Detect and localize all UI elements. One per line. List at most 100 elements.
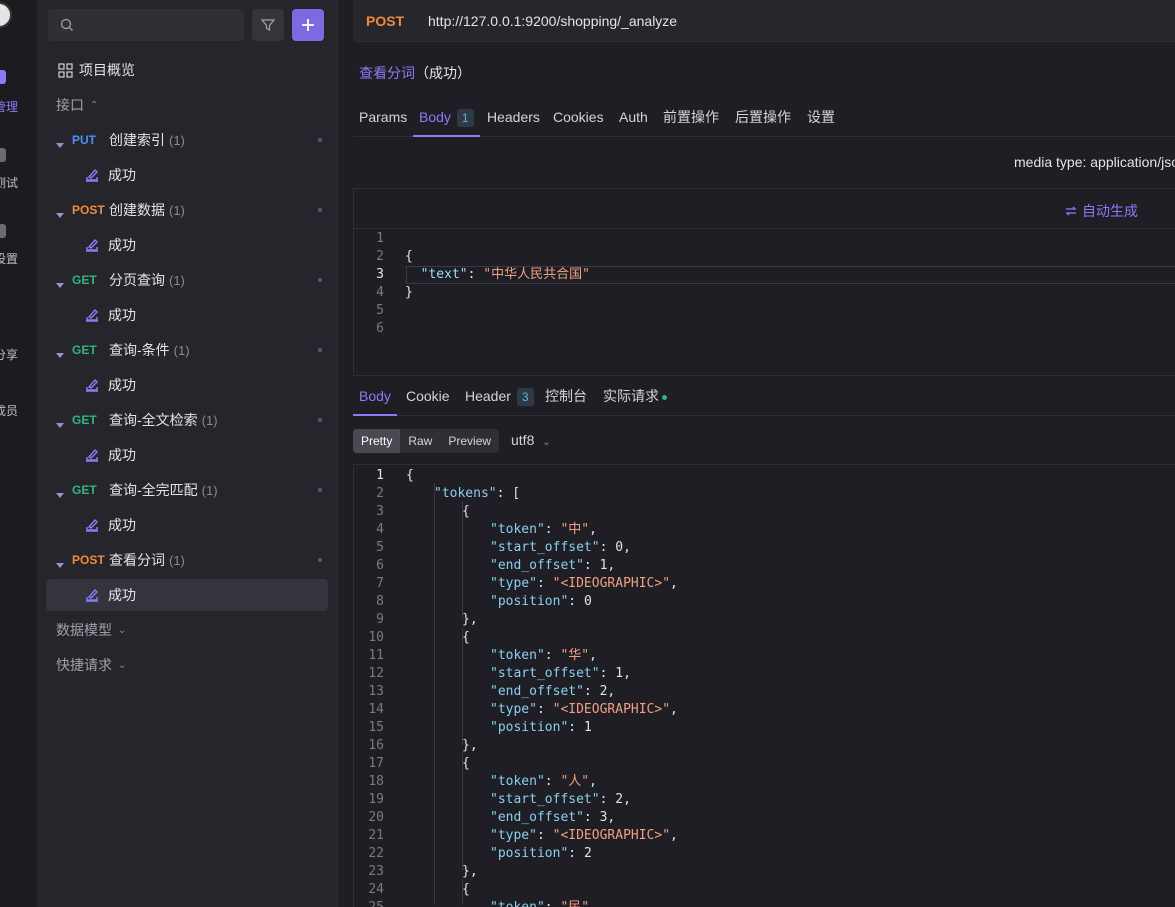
code-line: 1 [354, 230, 405, 248]
api-item[interactable]: GET 查询-条件 (1) [56, 337, 326, 363]
tab-response[interactable]: Cookie [400, 378, 456, 416]
code-line: 25 "token": "民", [354, 899, 597, 907]
api-case-count: (1) [169, 202, 185, 218]
api-item[interactable]: GET 查询-全完匹配 (1) [56, 477, 326, 503]
line-number: 1 [376, 231, 384, 246]
code-line: 17 { [354, 755, 469, 773]
tab-request[interactable]: 后置操作 [729, 98, 797, 137]
url-bar[interactable]: POST http://127.0.0.1:9200/shopping/_ana… [353, 0, 1175, 42]
add-button[interactable] [292, 9, 324, 41]
api-method: GET [72, 343, 97, 357]
tab-request[interactable]: Params [353, 98, 413, 137]
caret-down-icon[interactable] [56, 346, 64, 358]
json-num: 1 [583, 720, 592, 735]
case-item[interactable]: 成功 [46, 579, 328, 611]
json-pun: , [670, 702, 678, 717]
tab-response[interactable]: 实际请求 [597, 378, 673, 416]
view-mode-option[interactable]: Raw [400, 429, 440, 453]
line-number: 4 [376, 285, 384, 300]
api-item[interactable]: GET 查询-全文检索 (1) [56, 407, 326, 433]
api-case-count: (1) [201, 412, 218, 428]
code-line: 19 "start_offset": 2, [354, 791, 631, 809]
view-mode-option[interactable]: Preview [440, 429, 499, 453]
section-apis[interactable]: 接口 ⌃ [56, 95, 98, 115]
case-item[interactable]: 成功 [46, 439, 328, 471]
json-key: "start_offset" [490, 540, 600, 555]
line-number: 23 [368, 864, 384, 879]
encoding-select[interactable]: utf8 ⌄ [511, 432, 551, 448]
media-type[interactable]: media type: application/json [1014, 154, 1175, 170]
api-item[interactable]: PUT 创建索引 (1) [56, 127, 326, 153]
status-dot [318, 488, 322, 492]
code-line: 22 "position": 2 [354, 845, 591, 863]
code-line: 11 "token": "华", [354, 647, 597, 665]
case-item[interactable]: 成功 [46, 299, 328, 331]
tab-request[interactable]: Cookies [547, 98, 610, 137]
json-key: "token" [490, 900, 545, 907]
tab-request[interactable]: 前置操作 [657, 98, 725, 137]
code-line: 13 "end_offset": 2, [354, 683, 615, 701]
caret-down-icon[interactable] [56, 206, 64, 218]
code-content: { [462, 881, 470, 899]
case-item[interactable]: 成功 [46, 159, 328, 191]
json-key: "end_offset" [490, 684, 584, 699]
request-method[interactable]: POST [366, 13, 404, 29]
caret-down-icon[interactable] [56, 486, 64, 498]
json-key: "position" [490, 594, 569, 609]
url-input[interactable]: http://127.0.0.1:9200/shopping/_analyze [428, 13, 677, 29]
line-number: 12 [368, 666, 384, 681]
project-overview[interactable]: 项目概览 [58, 60, 135, 80]
code-line: 24 { [354, 881, 469, 899]
code-content: "type": "<IDEOGRAPHIC>", [490, 575, 678, 593]
api-item[interactable]: POST 查看分词 (1) [56, 547, 326, 573]
line-number: 6 [376, 321, 384, 336]
json-punct: { [405, 249, 413, 264]
json-key: "position" [490, 846, 569, 861]
json-str: "<IDEOGRAPHIC>" [552, 828, 671, 843]
avatar[interactable] [0, 2, 12, 28]
caret-down-icon[interactable] [56, 136, 64, 148]
api-name: 分页查询 [109, 272, 165, 288]
response-body-viewer[interactable]: 1{2 "tokens": [3{4 "token": "中", 5 "start_of… [353, 464, 1175, 907]
api-name: 创建索引 [109, 132, 165, 148]
code-line: 9}, [354, 611, 477, 629]
code-line: 3 "text": "中华人民共合国" [354, 266, 590, 284]
api-item[interactable]: POST 创建数据 (1) [56, 197, 326, 223]
code-content: "token": "人", [490, 773, 597, 791]
json-str: "<IDEOGRAPHIC>" [552, 576, 671, 591]
case-item[interactable]: 成功 [46, 509, 328, 541]
code-line: 7 "type": "<IDEOGRAPHIC>", [354, 575, 678, 593]
tab-response[interactable]: Header 3 [459, 378, 540, 416]
json-pun: : [536, 576, 553, 591]
auto-generate-button[interactable]: 自动生成 [1064, 201, 1138, 221]
json-pun: , [670, 576, 678, 591]
code-line: 2{ [354, 248, 413, 266]
section-models[interactable]: 数据模型 ⌄ [56, 620, 126, 640]
tab-response[interactable]: Body [353, 378, 397, 416]
line-number: 15 [368, 720, 384, 735]
caret-down-icon[interactable] [56, 276, 64, 288]
caret-down-icon[interactable] [56, 416, 64, 428]
tab-request[interactable]: Headers [481, 98, 546, 137]
json-pun: , [623, 792, 631, 807]
api-item[interactable]: GET 分页查询 (1) [56, 267, 326, 293]
tab-label: Body [359, 388, 391, 404]
tab-request[interactable]: Body 1 [413, 98, 480, 137]
case-item[interactable]: 成功 [46, 369, 328, 401]
section-quick[interactable]: 快捷请求 ⌄ [56, 655, 126, 675]
request-body-editor[interactable]: 自动生成 1 2{3 "text": "中华人民共合国" 4} 5 6 [353, 188, 1175, 376]
caret-down-icon[interactable] [56, 556, 64, 568]
api-method: GET [72, 413, 97, 427]
tab-response[interactable]: 控制台 [539, 378, 593, 416]
case-item[interactable]: 成功 [46, 229, 328, 261]
case-title-name[interactable]: 查看分词 [359, 65, 415, 81]
search-icon [60, 18, 73, 31]
tab-request[interactable]: Auth [613, 98, 654, 137]
search-input[interactable] [48, 9, 244, 41]
rail-item-label: 测试 [0, 176, 19, 190]
filter-button[interactable] [252, 9, 284, 41]
tab-request[interactable]: 设置 [801, 98, 841, 137]
view-mode-option[interactable]: Pretty [353, 429, 401, 453]
tab-badge: 1 [456, 109, 474, 127]
code-content: "start_offset": 1, [490, 665, 631, 683]
